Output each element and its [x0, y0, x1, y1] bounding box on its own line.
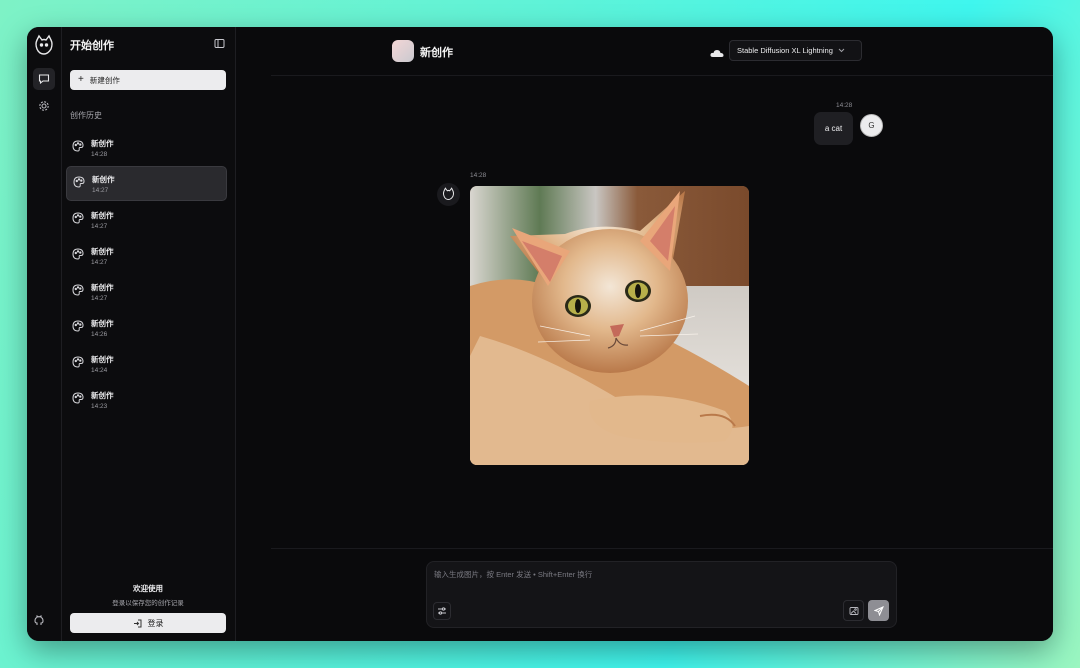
history-item-text: 新创作 14:28: [91, 138, 114, 158]
page-title: 新创作: [420, 47, 453, 59]
new-creation-button[interactable]: + 新建创作: [70, 70, 226, 90]
history-item-time: 14:26: [91, 330, 108, 338]
history-item[interactable]: 新创作 14:27: [66, 238, 227, 273]
new-creation-label: 新建创作: [89, 75, 120, 85]
collapse-sidebar-button[interactable]: [214, 36, 225, 54]
palette-icon: [72, 319, 84, 337]
history-item-time: 14:27: [91, 222, 108, 230]
history-item-title: 新创作: [91, 282, 114, 292]
history-list: 新创作 14:28 新创作 14:27 新创作 14:27 新创作 14:27 新创作 14:27…: [66, 130, 227, 417]
palette-icon: [72, 355, 84, 373]
image-upload-button[interactable]: [843, 600, 864, 621]
bot-message-time: 14:28: [470, 172, 487, 179]
cat-logo-icon: [443, 187, 454, 201]
history-item-title: 新创作: [91, 354, 114, 364]
creation-avatar: [392, 40, 414, 62]
palette-icon: [72, 283, 84, 301]
history-item-text: 新创作 14:26: [91, 318, 114, 338]
send-button[interactable]: [868, 600, 889, 621]
sidebar-toggle-icon: [214, 39, 225, 48]
app-window: 开始创作 + 新建创作 创作历史 新创作 14:28 新创作 14:27 新创作 14:2…: [27, 27, 1053, 641]
history-item-time: 14:28: [91, 150, 108, 158]
history-item[interactable]: 新创作 14:27: [66, 166, 227, 201]
github-icon: [34, 615, 44, 625]
sidebar-footer: 欢迎使用 登录以保存您的创作记录 登录: [70, 583, 226, 633]
history-item-text: 新创作 14:27: [91, 282, 114, 302]
login-icon: [133, 619, 141, 627]
chat-bubble-icon: [38, 74, 50, 85]
plus-icon: +: [78, 74, 84, 85]
palette-icon: [72, 391, 84, 409]
prompt-composer[interactable]: 输入生成图片，按 Enter 发送 • Shift+Enter 换行: [426, 561, 897, 628]
history-item-text: 新创作 14:27: [92, 174, 115, 194]
palette-icon: [72, 139, 84, 157]
history-item[interactable]: 新创作 14:26: [66, 310, 227, 345]
top-bar: [271, 27, 1053, 76]
history-item-text: 新创作 14:23: [91, 390, 114, 410]
options-button[interactable]: [433, 602, 451, 620]
sidebar-title: 开始创作: [70, 40, 114, 52]
history-item[interactable]: 新创作 14:28: [66, 130, 227, 165]
model-select[interactable]: Stable Diffusion XL Lightning: [729, 40, 862, 61]
user-message-bubble: a cat: [814, 112, 853, 145]
bot-avatar: [437, 183, 460, 206]
cat-logo-icon: [32, 34, 56, 58]
cloud-icon: [710, 45, 724, 63]
user-avatar[interactable]: G: [860, 114, 883, 137]
history-item-time: 14:27: [91, 294, 108, 302]
history-item[interactable]: 新创作 14:23: [66, 382, 227, 417]
palette-icon: [72, 211, 84, 229]
sliders-icon: [438, 607, 446, 615]
history-item-title: 新创作: [91, 246, 114, 256]
history-label: 创作历史: [70, 111, 102, 120]
main-panel: 新创作 Stable Diffusion XL Lightning 14:28 …: [236, 27, 1053, 641]
history-item-text: 新创作 14:27: [91, 210, 114, 230]
history-item-time: 14:27: [92, 186, 109, 194]
icon-rail: [27, 27, 62, 641]
welcome-subtitle: 登录以保存您的创作记录: [112, 600, 184, 607]
history-item-title: 新创作: [91, 390, 114, 400]
history-item-time: 14:23: [91, 402, 108, 410]
login-button[interactable]: 登录: [70, 613, 226, 633]
generated-cat-image[interactable]: [470, 186, 749, 465]
history-item[interactable]: 新创作 14:27: [66, 202, 227, 237]
history-item-time: 14:24: [91, 366, 108, 374]
gear-icon: [39, 101, 49, 111]
history-item[interactable]: 新创作 14:27: [66, 274, 227, 309]
history-item-time: 14:27: [91, 258, 108, 266]
history-item-title: 新创作: [91, 318, 114, 328]
login-label: 登录: [147, 618, 164, 628]
palette-icon: [73, 175, 85, 193]
history-item-text: 新创作 14:24: [91, 354, 114, 374]
composer-divider: [271, 548, 1053, 549]
send-icon: [873, 605, 884, 616]
welcome-title: 欢迎使用: [133, 584, 163, 593]
chevron-down-icon: [838, 46, 845, 55]
model-select-value: Stable Diffusion XL Lightning: [737, 46, 833, 55]
history-item-title: 新创作: [91, 138, 114, 148]
user-message-time: 14:28: [836, 102, 853, 109]
image-icon: [849, 606, 858, 615]
history-item[interactable]: 新创作 14:24: [66, 346, 227, 381]
settings-nav-button[interactable]: [33, 95, 55, 117]
history-item-title: 新创作: [92, 174, 115, 184]
sidebar: 开始创作 + 新建创作 创作历史 新创作 14:28 新创作 14:27 新创作 14:2…: [62, 27, 236, 641]
github-link[interactable]: [33, 613, 45, 631]
history-item-title: 新创作: [91, 210, 114, 220]
chat-nav-button[interactable]: [33, 68, 55, 90]
prompt-input-placeholder[interactable]: 输入生成图片，按 Enter 发送 • Shift+Enter 换行: [434, 569, 592, 580]
history-item-text: 新创作 14:27: [91, 246, 114, 266]
palette-icon: [72, 247, 84, 265]
